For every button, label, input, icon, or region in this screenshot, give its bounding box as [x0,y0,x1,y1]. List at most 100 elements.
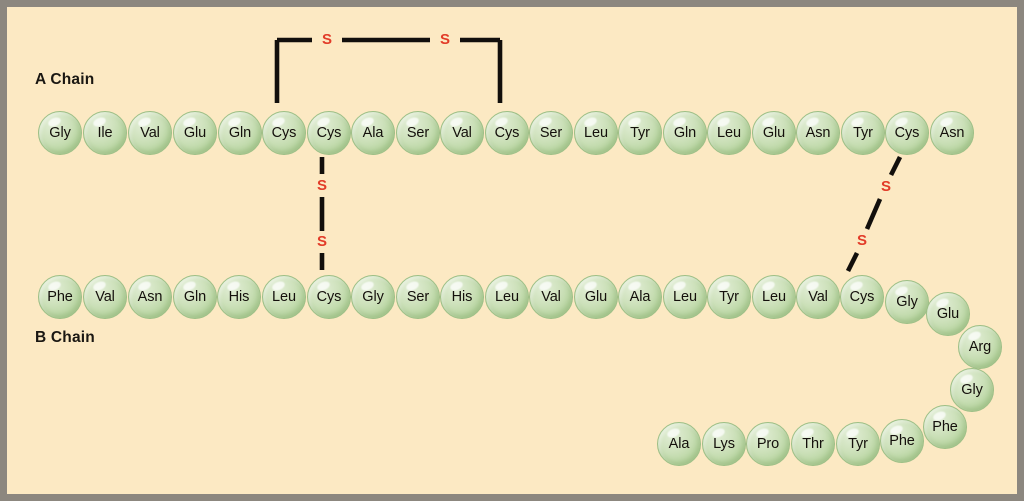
residue-a8: Ala [351,111,395,155]
residue-b16: Tyr [707,275,751,319]
residue-b11: Leu [485,275,529,319]
diagram-panel: A Chain B Chain Gly Ile Val Glu Gln Cys Cys Ala… [7,7,1017,494]
residue-label: Phe [932,418,958,435]
residue-label: Ser [406,288,430,305]
residue-b14: Ala [618,275,662,319]
residue-a5: Gln [218,111,262,155]
residue-label: Tyr [719,288,739,305]
residue-b27: Thr [791,422,835,466]
residue-a17: Glu [752,111,796,155]
residue-a10: Val [440,111,484,155]
residue-a16: Leu [707,111,751,155]
sulfur-atom-label: S [322,31,333,48]
residue-b2: Val [83,275,127,319]
residue-label: Glu [584,288,608,305]
residue-label: Leu [762,288,786,305]
figure-canvas: A Chain B Chain Gly Ile Val Glu Gln Cys Cys Ala… [0,0,1024,501]
residue-b10: His [440,275,484,319]
residue-a12: Ser [529,111,573,155]
residue-label: Asn [805,124,831,141]
residue-a18: Asn [796,111,840,155]
residue-a20: Cys [885,111,929,155]
residue-label: Gly [362,288,384,305]
residue-label: Val [95,288,115,305]
interchain-bridge-a20-b19 [845,155,903,273]
residue-label: Val [808,288,828,305]
intrachain-bridge-a6-a11 [274,37,503,103]
residue-label: Arg [968,338,992,355]
residue-label: Tyr [853,124,873,141]
residue-a2: Ile [83,111,127,155]
residue-label: Val [140,124,160,141]
sulfur-atom-label: S [881,178,892,195]
sulfur-atom-label: S [317,233,328,250]
bond-lines-layer [274,37,903,273]
a-chain-label: A Chain [35,71,95,88]
residue-label: Lys [713,435,735,452]
residue-label: Gly [896,293,918,310]
residue-label: Val [541,288,561,305]
residue-label: Leu [717,124,741,141]
residue-b12: Val [529,275,573,319]
residue-b18: Val [796,275,840,319]
residue-label: Pro [756,435,780,452]
sulfur-atom-label: S [317,177,328,194]
residue-label: Cys [894,124,920,141]
residue-label: Val [452,124,472,141]
residue-b23: Gly [950,368,994,412]
residue-label: Ser [539,124,563,141]
residue-b24: Phe [923,405,967,449]
residue-b20: Gly [885,280,929,324]
residue-a15: Gln [663,111,707,155]
residue-label: Cys [849,288,875,305]
residue-label: Ser [406,124,430,141]
residue-label: Cys [494,124,520,141]
residue-label: Gly [49,124,71,141]
residue-b25: Phe [880,419,924,463]
residue-label: Phe [47,288,73,305]
residue-b21: Glu [926,292,970,336]
residue-b13: Glu [574,275,618,319]
residue-b7: Cys [307,275,351,319]
residue-a21: Asn [930,111,974,155]
residue-b3: Asn [128,275,172,319]
residue-b26: Tyr [836,422,880,466]
residue-label: Thr [802,435,824,452]
residue-a14: Tyr [618,111,662,155]
residue-label: Gly [961,381,983,398]
residue-a1: Gly [38,111,82,155]
residue-b30: Ala [657,422,701,466]
residue-label: Cys [271,124,297,141]
residue-b28: Pro [746,422,790,466]
residue-label: Gln [673,124,697,141]
residue-a11: Cys [485,111,529,155]
residue-a4: Glu [173,111,217,155]
residue-label: Glu [762,124,786,141]
residue-b5: His [217,275,261,319]
residue-a19: Tyr [841,111,885,155]
residue-b15: Leu [663,275,707,319]
residue-label: Asn [939,124,965,141]
residue-label: Glu [936,305,960,322]
residue-label: Leu [272,288,296,305]
residue-label: Leu [673,288,697,305]
residue-label: Asn [137,288,163,305]
residue-b6: Leu [262,275,306,319]
residue-label: Leu [495,288,519,305]
residue-label: His [451,288,473,305]
residue-label: Tyr [630,124,650,141]
sulfur-atom-label: S [857,232,868,249]
residue-b4: Gln [173,275,217,319]
residue-b22: Arg [958,325,1002,369]
residue-label: Gln [183,288,207,305]
residue-a6: Cys [262,111,306,155]
residue-label: His [228,288,250,305]
residue-label: Ala [629,288,651,305]
residue-a13: Leu [574,111,618,155]
residue-label: Gln [228,124,252,141]
residue-label: Cys [316,288,342,305]
residue-label: Phe [889,432,915,449]
residue-a3: Val [128,111,172,155]
residue-b8: Gly [351,275,395,319]
residue-label: Glu [183,124,207,141]
